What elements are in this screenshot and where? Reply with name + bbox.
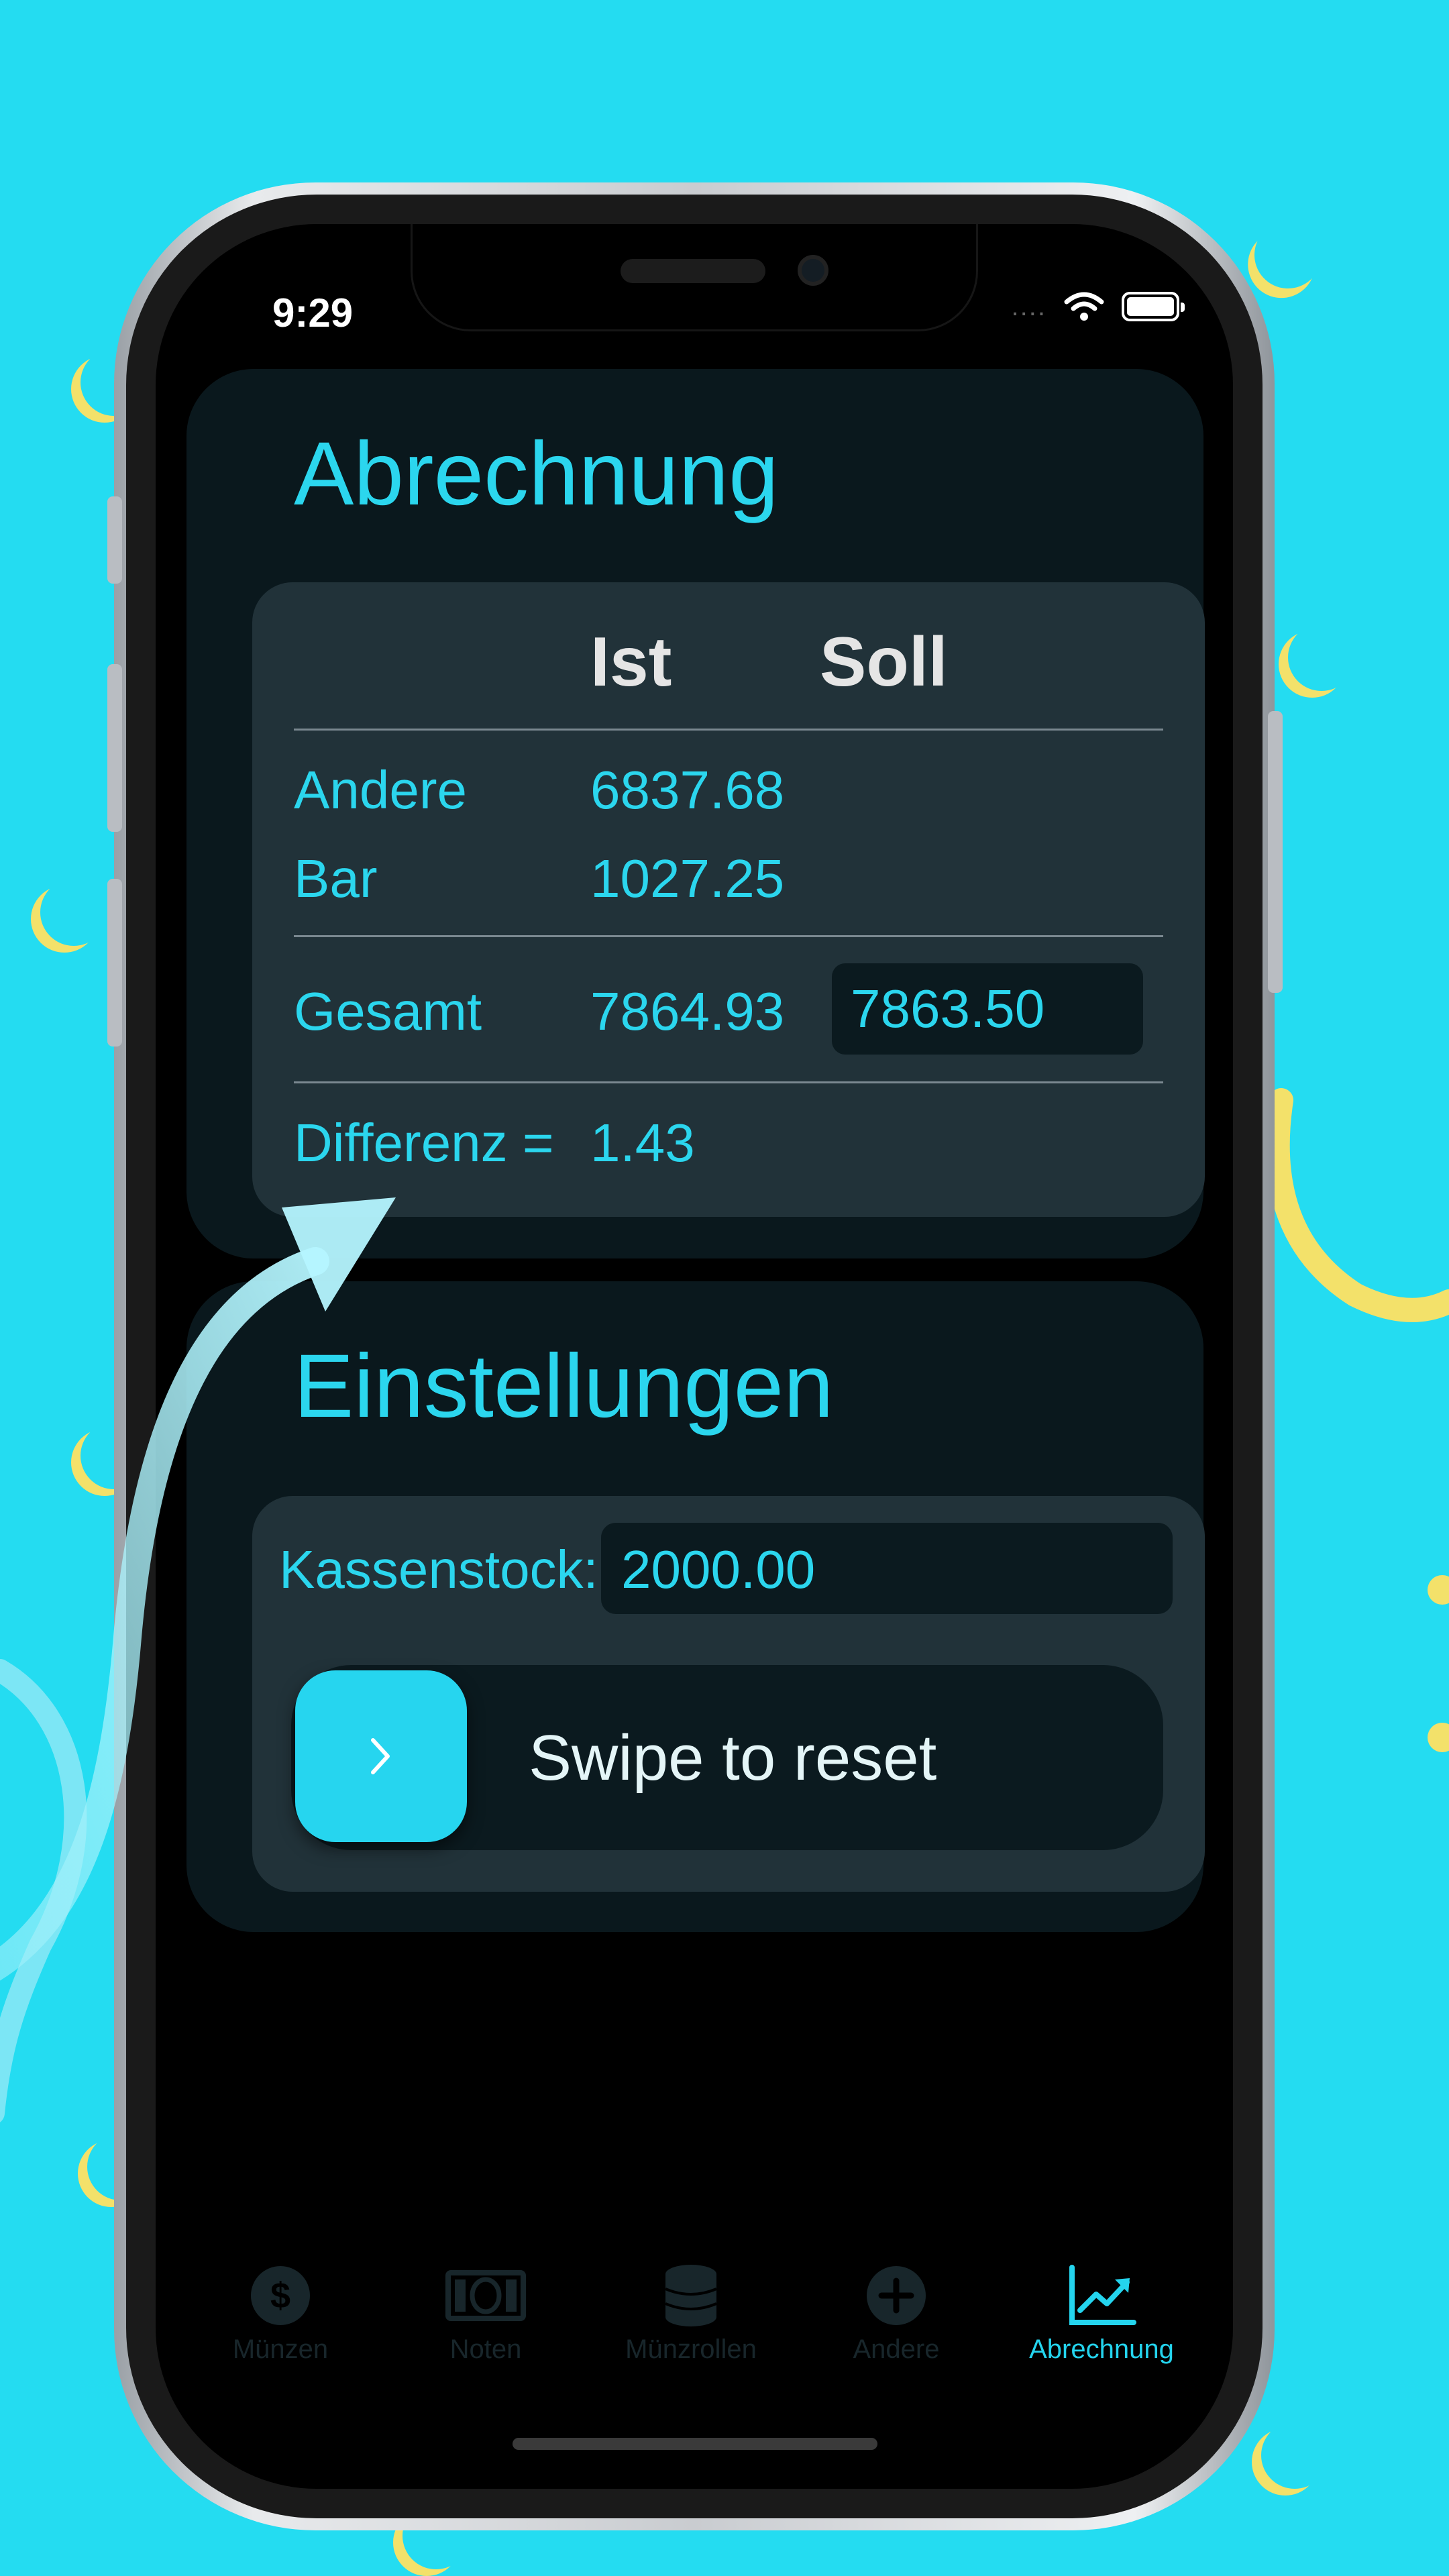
difference-value: 1.43 (590, 1113, 695, 1173)
power-button (1268, 711, 1283, 993)
abrechnung-card: Abrechnung Ist Soll Andere 6837.68 Bar 1… (186, 369, 1205, 1258)
home-indicator (513, 2438, 877, 2450)
swipe-label: Swipe to reset (529, 1722, 937, 1794)
tab-noten[interactable]: Noten (385, 2263, 586, 2365)
tab-label: Münzrollen (625, 2334, 757, 2364)
moon-decoration (1288, 624, 1355, 691)
abrechnung-title: Abrechnung (294, 424, 779, 524)
swipe-handle[interactable] (295, 1670, 467, 1842)
tab-andere[interactable]: Andere (796, 2263, 997, 2365)
front-camera (798, 255, 828, 286)
difference-label: Differenz = (294, 1113, 554, 1173)
tab-label: Andere (853, 2334, 940, 2364)
chart-line-icon (1069, 2265, 1136, 2325)
kassenstock-label: Kassenstock: (279, 1540, 598, 1599)
side-button (107, 496, 122, 584)
moon-decoration (1261, 2422, 1328, 2489)
chevron-right-icon (371, 1738, 390, 1774)
total-label: Gesamt (294, 981, 482, 1041)
row-ist-bar: 1027.25 (590, 849, 785, 908)
einstellungen-card: Einstellungen Kassenstock: 2000.00 Swipe… (186, 1281, 1205, 1932)
moon-decoration (1245, 212, 1331, 298)
header-soll: Soll (820, 623, 948, 701)
tab-label: Noten (449, 2334, 522, 2364)
volume-down-button (107, 879, 122, 1046)
svg-text:$: $ (270, 2275, 290, 2316)
header-ist: Ist (590, 623, 672, 701)
summary-table: Ist Soll Andere 6837.68 Bar 1027.25 Gesa… (252, 582, 1205, 1217)
dollar-coin-icon: $ (251, 2266, 310, 2325)
row-label-andere: Andere (294, 760, 467, 820)
status-icons: .... (1011, 291, 1185, 322)
plus-circle-icon (867, 2266, 926, 2325)
large-moon-decoration (1265, 1088, 1449, 1322)
moon-decoration (40, 879, 107, 946)
wifi-icon (1064, 292, 1104, 321)
speaker-grille (621, 259, 765, 283)
row-ist-andere: 6837.68 (590, 760, 785, 820)
phone-screen: 9:29 .... Abrechnung Ist Soll Andere 683… (156, 224, 1233, 2489)
kassenstock-input[interactable]: 2000.00 (601, 1523, 1173, 1614)
tab-muenzen[interactable]: $ Münzen (180, 2263, 381, 2365)
total-divider (294, 1081, 1163, 1083)
volume-up-button (107, 664, 122, 832)
header-divider (294, 729, 1163, 731)
signal-dots: .... (1011, 291, 1046, 321)
banknote-icon (445, 2270, 526, 2321)
tab-bar: $ Münzen Noten Münzrollen Andere Abrechn… (156, 2263, 1233, 2398)
row-label-bar: Bar (294, 849, 378, 908)
soll-input[interactable]: 7863.50 (832, 963, 1143, 1055)
rows-divider (294, 935, 1163, 937)
swipe-to-reset-slider[interactable]: Swipe to reset (291, 1665, 1163, 1850)
tab-abrechnung[interactable]: Abrechnung (1001, 2263, 1202, 2365)
moon-decoration (1428, 1575, 1449, 1752)
tab-label: Abrechnung (1029, 2334, 1174, 2364)
coin-stack-icon (665, 2265, 717, 2326)
tab-label: Münzen (232, 2334, 329, 2364)
battery-icon (1122, 292, 1185, 321)
status-time: 9:29 (272, 290, 354, 335)
notch (411, 224, 978, 331)
einstellungen-title: Einstellungen (294, 1336, 834, 1436)
tab-muenzrollen[interactable]: Münzrollen (590, 2263, 792, 2365)
total-ist-value: 7864.93 (590, 981, 785, 1041)
settings-panel: Kassenstock: 2000.00 Swipe to reset (252, 1496, 1205, 1892)
